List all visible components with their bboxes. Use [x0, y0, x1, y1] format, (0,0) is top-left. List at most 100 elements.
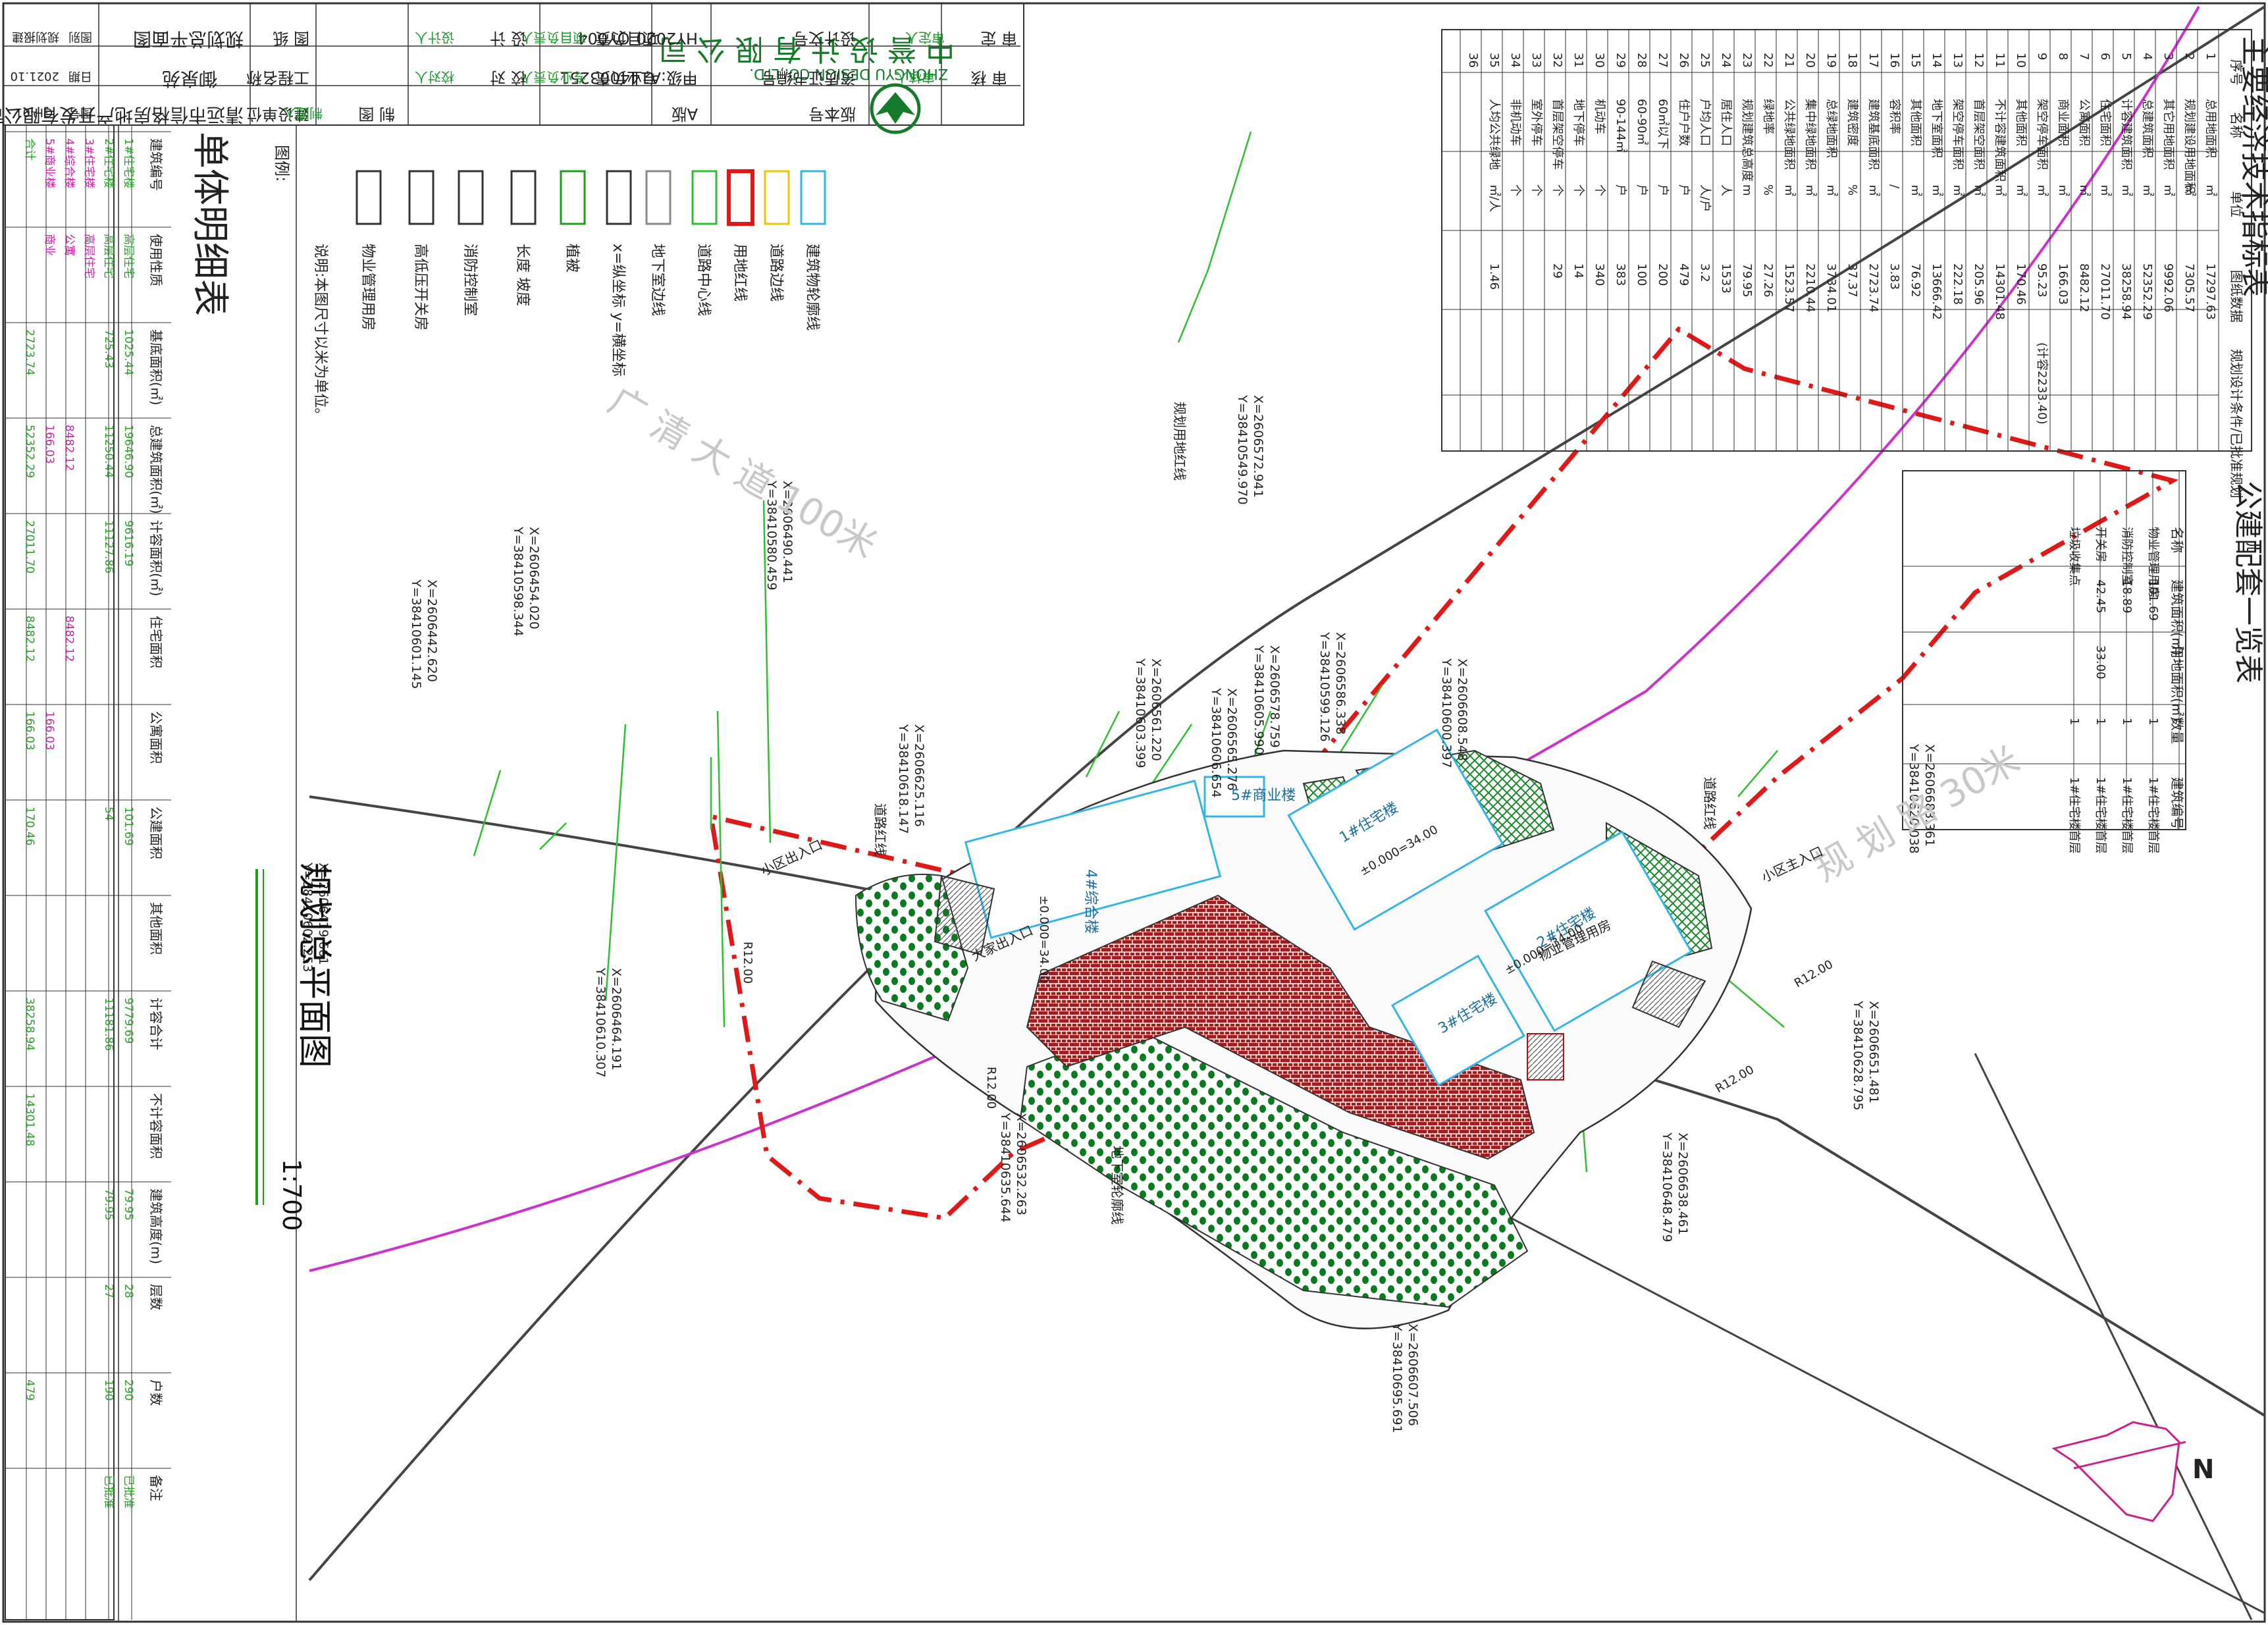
unit-cell: 190: [102, 1379, 115, 1400]
tech-cell: 容积率: [1887, 99, 1901, 134]
unit-cell: 1#住宅楼: [122, 138, 135, 188]
tech-cell: 24: [1719, 53, 1733, 68]
tech-cell: 13: [1951, 53, 1965, 68]
public-cell: 1: [2146, 718, 2160, 725]
coordinate-y: Y=38410603.399: [1133, 658, 1147, 768]
coordinate-y: Y=38410599.126: [1317, 631, 1332, 742]
tech-cell: 规划建筑总高度: [1740, 99, 1754, 182]
unit-cell: 已批准: [122, 1475, 135, 1508]
legend-item: 道路边线: [768, 244, 784, 302]
legend-swatch: [606, 170, 632, 225]
public-header: 用地面积(㎡): [2169, 645, 2185, 722]
legend-swatch: [800, 170, 826, 225]
unit-header: 户数: [148, 1379, 164, 1406]
unit-table-title: 单体明细表: [188, 132, 231, 316]
legend-swatch: [458, 170, 484, 225]
unit-cell: 8482.12: [63, 425, 76, 471]
tech-cell: 8: [2056, 53, 2070, 60]
unit-header: 建筑高度(m): [148, 1188, 164, 1264]
tech-cell: 17: [1866, 53, 1880, 68]
coordinate-y: Y=38410601.145: [409, 579, 423, 689]
unit-header: 计容面积(㎡): [148, 520, 164, 597]
role-label: 审 核: [970, 68, 1007, 87]
tech-cell: 公寓面积: [2077, 99, 2091, 146]
legend-item: 植被: [564, 244, 580, 273]
unit-cell: 高层住宅: [82, 234, 95, 279]
legend-swatch: [408, 170, 435, 225]
coordinate-x: X=2606565.276: [1225, 688, 1239, 791]
tech-cell: 5: [2119, 53, 2133, 60]
unit-cell: 14301.48: [23, 1093, 36, 1146]
public-header: 建筑编号: [2169, 777, 2185, 830]
building-label: 5#商业楼: [1231, 787, 1296, 804]
legend-swatch: [560, 170, 586, 225]
tech-cell: 首层架空停车: [1550, 99, 1564, 170]
legend-item: 高低压开关房: [412, 244, 429, 331]
tech-cell: 32: [1550, 53, 1564, 68]
unit-cell: 3#住宅楼: [82, 138, 95, 188]
tech-cell: 1523.57: [1782, 263, 1796, 312]
unit-header: 住宅面积: [148, 616, 164, 668]
tech-cell: 7: [2077, 53, 2091, 60]
tech-cell: 其他面积: [2014, 99, 2028, 146]
unit-cell: 8482.12: [23, 616, 36, 662]
tech-cell: 205.96: [1972, 263, 1986, 305]
legend-swatch: [691, 170, 718, 225]
tech-cell: 16: [1887, 53, 1901, 68]
unit-cell: 725.43: [102, 329, 115, 368]
tech-cell: ㎡: [1993, 184, 2007, 196]
role-label: 项目负责: [595, 29, 658, 47]
unit-cell: 高层住宅: [122, 234, 135, 279]
coordinate-y: Y=38410549.970: [1235, 394, 1250, 505]
unit-cell: 9616.19: [122, 520, 135, 566]
coordinate-y: Y=38410598.344: [511, 526, 525, 637]
tech-cell: 个: [1593, 184, 1606, 196]
tech-cell: 非机动车: [1508, 99, 1522, 146]
role-label: 设 计: [490, 29, 527, 47]
legend-swatch: [356, 170, 382, 225]
coordinate-x: X=2606561.220: [1149, 658, 1163, 761]
plan-scale: 1:700: [277, 1159, 306, 1231]
unit-cell: 2723.74: [23, 329, 36, 375]
tech-cell: 个: [1529, 184, 1543, 196]
unit-cell: 54: [102, 807, 115, 821]
tech-cell: 29: [1550, 263, 1564, 279]
tech-cell: ㎡: [1972, 184, 1986, 196]
radius-label: R12.00: [1713, 1063, 1756, 1096]
unit-header: 层数: [148, 1284, 164, 1310]
tech-cell: 地下室面积: [1930, 99, 1943, 158]
unit-cell: 27011.70: [23, 520, 36, 573]
tech-cell: 户均人口: [1698, 99, 1712, 146]
site-plan-drawing: 中 誉 设 计 有 限 公 司ZHONGYU DESIGN CO.,LTD.版本…: [0, 2, 2268, 1623]
tech-cell: 30: [1593, 53, 1606, 68]
unit-cell: 79.95: [102, 1188, 115, 1221]
tech-cell: 户: [1656, 184, 1670, 196]
tech-cell: 架空停车面积: [2035, 99, 2049, 170]
legend-swatch: [764, 170, 790, 225]
unit-header: 公建面积: [148, 807, 164, 859]
tech-cell: 个: [1571, 184, 1585, 196]
public-cell: 1#住宅楼首层: [2067, 777, 2081, 854]
signature: 审核人: [895, 69, 935, 85]
legend-item: 建筑物轮廓线: [804, 244, 820, 331]
coordinate-y: Y=38410635.644: [998, 1112, 1013, 1223]
tech-cell: 34: [1508, 53, 1522, 68]
unit-cell: 8482.12: [63, 616, 76, 662]
unit-cell: 166.03: [43, 425, 56, 464]
public-header: 名称: [2169, 527, 2185, 553]
tech-cell: m: [1740, 184, 1754, 196]
tech-cell: ㎡: [2035, 184, 2049, 196]
tech-cell: 12: [1972, 53, 1986, 68]
tech-cell: 总绿地面积: [1824, 99, 1838, 158]
coordinate-y: Y=38410600.397: [1439, 658, 1454, 768]
tech-header: 单位: [2228, 191, 2244, 217]
tech-header: 图纸数据: [2228, 270, 2244, 323]
legend-area: [118, 124, 297, 1622]
unit-cell: 19646.90: [122, 425, 135, 478]
unit-cell: 11181.86: [102, 998, 115, 1051]
tech-cell: %: [1761, 184, 1775, 196]
coordinate-y: Y=38410648.479: [1660, 1132, 1674, 1242]
tech-cell: 地下停车: [1571, 99, 1585, 146]
tech-cell: 11: [1993, 53, 2007, 68]
tech-cell: 建筑密度: [1845, 99, 1859, 146]
